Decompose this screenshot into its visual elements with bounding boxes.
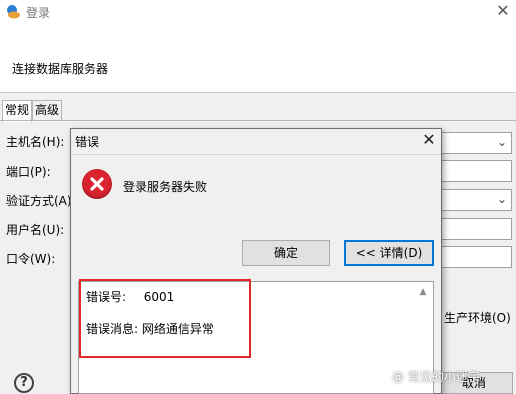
header-text: 连接数据库服务器	[12, 62, 109, 76]
help-icon[interactable]: ?	[14, 373, 34, 393]
app-icon	[5, 4, 21, 20]
chevron-down-icon: ⌄	[496, 135, 507, 149]
password-input[interactable]	[440, 246, 512, 268]
title-bar	[0, 0, 516, 26]
highlight-box	[79, 279, 251, 358]
production-checkbox-label[interactable]: 生产环境(O)	[444, 309, 511, 326]
close-icon[interactable]: ✕	[494, 2, 512, 20]
watermark: @ 常见的小迷宇	[392, 370, 480, 384]
details-button[interactable]: << 详情(D)	[344, 240, 434, 266]
dialog-title: 错误	[75, 135, 100, 149]
host-label: 主机名(H):	[6, 135, 65, 149]
error-icon	[82, 169, 112, 199]
password-label: 口令(W):	[6, 252, 56, 266]
auth-combo[interactable]: ⌄	[440, 189, 512, 211]
tab-advanced[interactable]: 高级	[32, 100, 63, 121]
dialog-close-icon[interactable]: ✕	[421, 131, 437, 149]
window-title: 登录	[26, 6, 51, 20]
error-message: 登录服务器失败	[123, 180, 208, 194]
port-input[interactable]	[440, 160, 512, 182]
dialog-title-divider	[71, 154, 441, 155]
tab-divider	[0, 120, 516, 121]
auth-label: 验证方式(A)	[6, 194, 72, 208]
port-label: 端口(P):	[6, 165, 51, 179]
ok-button[interactable]: 确定	[242, 240, 330, 266]
user-label: 用户名(U):	[6, 223, 65, 237]
host-combo[interactable]: ⌄	[440, 132, 512, 154]
user-input[interactable]	[440, 218, 512, 240]
scroll-up-icon[interactable]: ▲	[416, 285, 430, 299]
chevron-down-icon: ⌄	[496, 192, 507, 206]
tab-general[interactable]: 常规	[2, 100, 33, 122]
